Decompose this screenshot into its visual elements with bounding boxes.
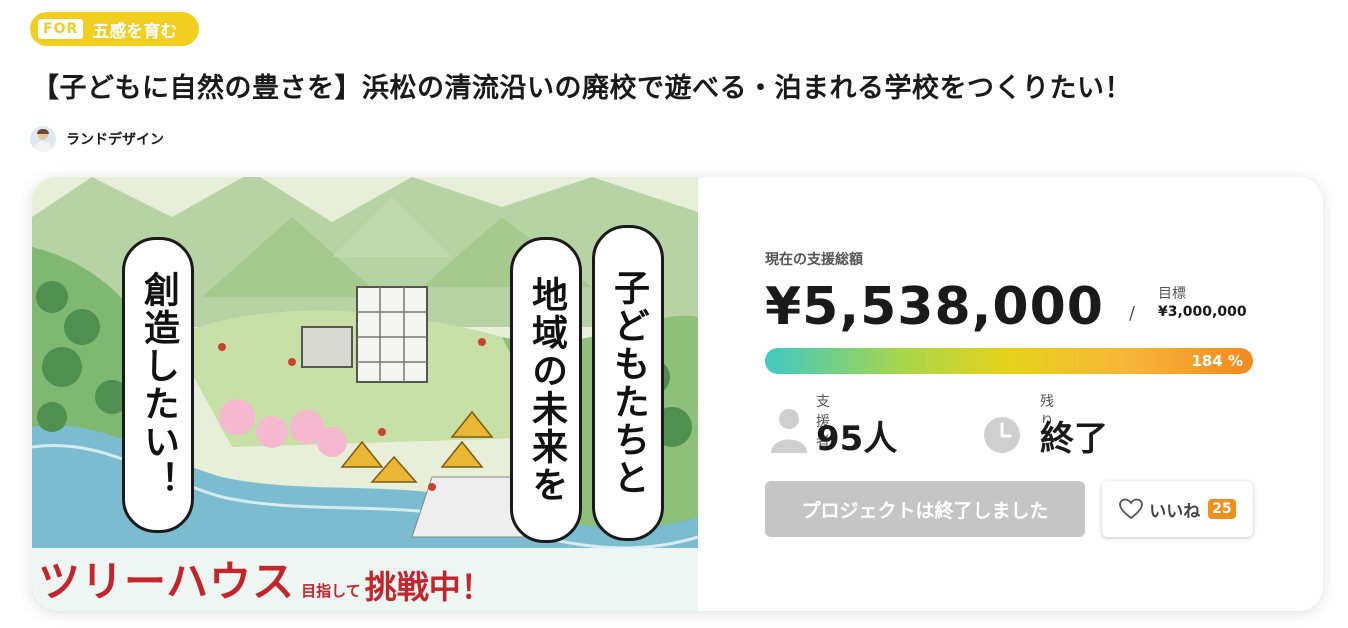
like-label: いいね [1149,501,1201,522]
goal-separator: / [1129,303,1136,324]
banner-small-text: 目指して [301,582,361,600]
banner-challenge-text: 挑戦中！ [364,568,493,606]
category-tag[interactable]: FOR 五感を育む [30,12,199,46]
hero-vertical-text-right-1: 子どもたちと [592,225,664,541]
owner-name: ランドデザイン [66,132,164,148]
project-card: 創造したい！ 地域の未来を 子どもたちと ツリーハウス 目指して 挑戦中！ 現在… [32,177,1323,611]
hero-vertical-text-right-2: 地域の未来を [510,237,582,543]
banner-main-text: ツリーハウス [38,557,296,606]
like-count-badge: 25 [1208,499,1236,519]
project-owner[interactable]: ランドデザイン [30,126,164,152]
project-ended-button[interactable]: プロジェクトは終了しました [765,481,1085,537]
heart-outline-icon [1119,498,1144,520]
person-icon [771,409,807,453]
project-title: 【子どもに自然の豊さを】浜松の清流沿いの廃校で遊べる・泊まれる学校をつくりたい！ [32,73,1132,104]
progress-bar: 184 % [765,348,1253,374]
goal-label: 目標 [1158,286,1186,302]
hero-image: 創造したい！ 地域の未来を 子どもたちと ツリーハウス 目指して 挑戦中！ [32,177,698,611]
supporters-value: 95人 [816,419,898,459]
total-label: 現在の支援総額 [765,252,863,268]
category-label: 五感を育む [92,21,178,42]
hero-banner: ツリーハウス 目指して 挑戦中！ [32,548,698,611]
hero-vertical-text-left: 創造したい！ [122,237,194,533]
funding-panel: 現在の支援総額 ¥5,538,000 / 目標 ¥3,000,000 184 %… [765,177,1285,611]
clock-icon [984,417,1020,453]
avatar [30,126,56,152]
like-button[interactable]: いいね 25 [1102,481,1253,537]
remaining-value: 終了 [1040,419,1108,459]
goal-amount: ¥3,000,000 [1158,304,1247,320]
category-prefix: FOR [38,19,84,39]
total-amount: ¥5,538,000 [765,277,1104,337]
progress-percent: 184 % [1191,352,1243,370]
